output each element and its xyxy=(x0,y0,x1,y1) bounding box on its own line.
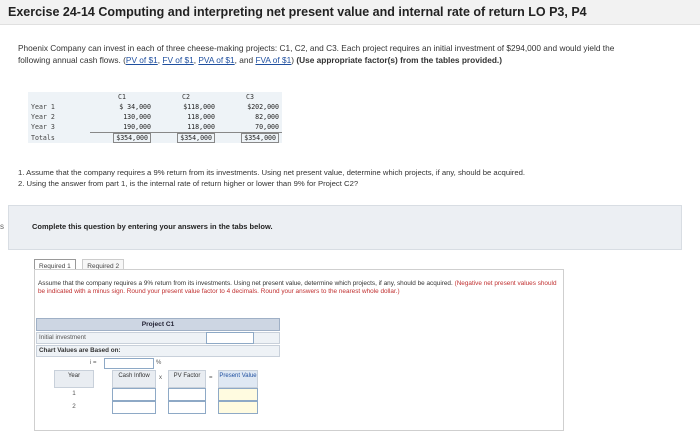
table-row: Year 1 $ 34,000 $118,000 $202,000 xyxy=(28,102,282,112)
cell: 118,000 xyxy=(187,113,215,121)
cell: $118,000 xyxy=(183,103,215,111)
i-label: i = xyxy=(90,360,97,366)
col-cash-inflow: Cash Inflow xyxy=(112,370,156,388)
cell: $ 34,000 xyxy=(119,103,151,111)
row-label: Year 2 xyxy=(31,113,55,121)
row-label: Year 1 xyxy=(31,103,55,111)
table-row-totals: Totals $354,000 $354,000 $354,000 xyxy=(28,133,282,143)
cell: 190,000 xyxy=(90,122,154,133)
intro-text: Phoenix Company can invest in each of th… xyxy=(18,43,615,65)
chart-values-label: Chart Values are Based on: xyxy=(36,345,280,357)
rate-input[interactable] xyxy=(104,358,154,369)
link-fv-of-1[interactable]: FV of $1 xyxy=(162,55,193,65)
table-row: Year 3 190,000 118,000 70,000 xyxy=(28,122,282,133)
cash-inflow-input-1[interactable] xyxy=(112,388,156,401)
year-2: 2 xyxy=(72,403,76,410)
cell: 82,000 xyxy=(255,113,279,121)
initial-investment-input[interactable] xyxy=(206,332,254,344)
tab-bar: Required 1 Required 2 xyxy=(34,255,126,273)
questions: 1. Assume that the company requires a 9%… xyxy=(18,168,618,189)
table-header-c1: C1 xyxy=(118,93,126,101)
intro-bold: (Use appropriate factor(s) from the tabl… xyxy=(296,54,502,65)
cell: 118,000 xyxy=(154,122,218,133)
link-pv-of-1[interactable]: PV of $1 xyxy=(126,55,158,65)
cell: $202,000 xyxy=(247,103,279,111)
cell: 130,000 xyxy=(123,113,151,121)
table-row: Year 2 130,000 118,000 82,000 xyxy=(28,112,282,122)
link-pva-of-1[interactable]: PVA of $1 xyxy=(198,55,234,65)
question-1: 1. Assume that the company requires a 9%… xyxy=(18,168,526,177)
times-operator: x xyxy=(159,375,162,381)
present-value-output-2 xyxy=(218,401,258,414)
equals-operator: = xyxy=(209,375,213,381)
table-header-c3: C3 xyxy=(246,93,254,101)
panel-instructions: Assume that the company requires a 9% re… xyxy=(38,280,558,297)
cell-total: $354,000 xyxy=(241,133,279,143)
table-header-c2: C2 xyxy=(182,93,190,101)
npv-worksheet: Project C1 Initial investment Chart Valu… xyxy=(36,318,280,418)
col-present-value: Present Value xyxy=(218,370,258,388)
cash-inflow-input-2[interactable] xyxy=(112,401,156,414)
question-2: 2. Using the answer from part 1, is the … xyxy=(18,178,359,188)
present-value-output-1 xyxy=(218,388,258,401)
row-label: Totals xyxy=(31,133,55,142)
year-1: 1 xyxy=(72,390,76,397)
col-year: Year xyxy=(54,370,94,388)
percent-sign: % xyxy=(156,360,162,366)
cash-flow-table: C1 C2 C3 Year 1 $ 34,000 $118,000 $202,0… xyxy=(28,92,282,143)
pv-factor-input-2[interactable] xyxy=(168,401,206,414)
col-pv-factor: PV Factor xyxy=(168,370,206,388)
cell-total: $354,000 xyxy=(113,133,151,143)
cell: 70,000 xyxy=(218,122,282,133)
cell-total: $354,000 xyxy=(177,133,215,143)
complete-instruction: Complete this question by entering your … xyxy=(32,222,273,231)
pv-factor-input-1[interactable] xyxy=(168,388,206,401)
instructions-main: Assume that the company requires a 9% re… xyxy=(38,280,453,287)
table-header xyxy=(28,92,90,102)
project-header: Project C1 xyxy=(36,318,280,331)
link-fva-of-1[interactable]: FVA of $1 xyxy=(255,55,291,65)
row-label: Year 3 xyxy=(31,123,55,132)
side-mark: s xyxy=(0,222,4,231)
page-title: Exercise 24-14 Computing and interpretin… xyxy=(8,5,587,19)
